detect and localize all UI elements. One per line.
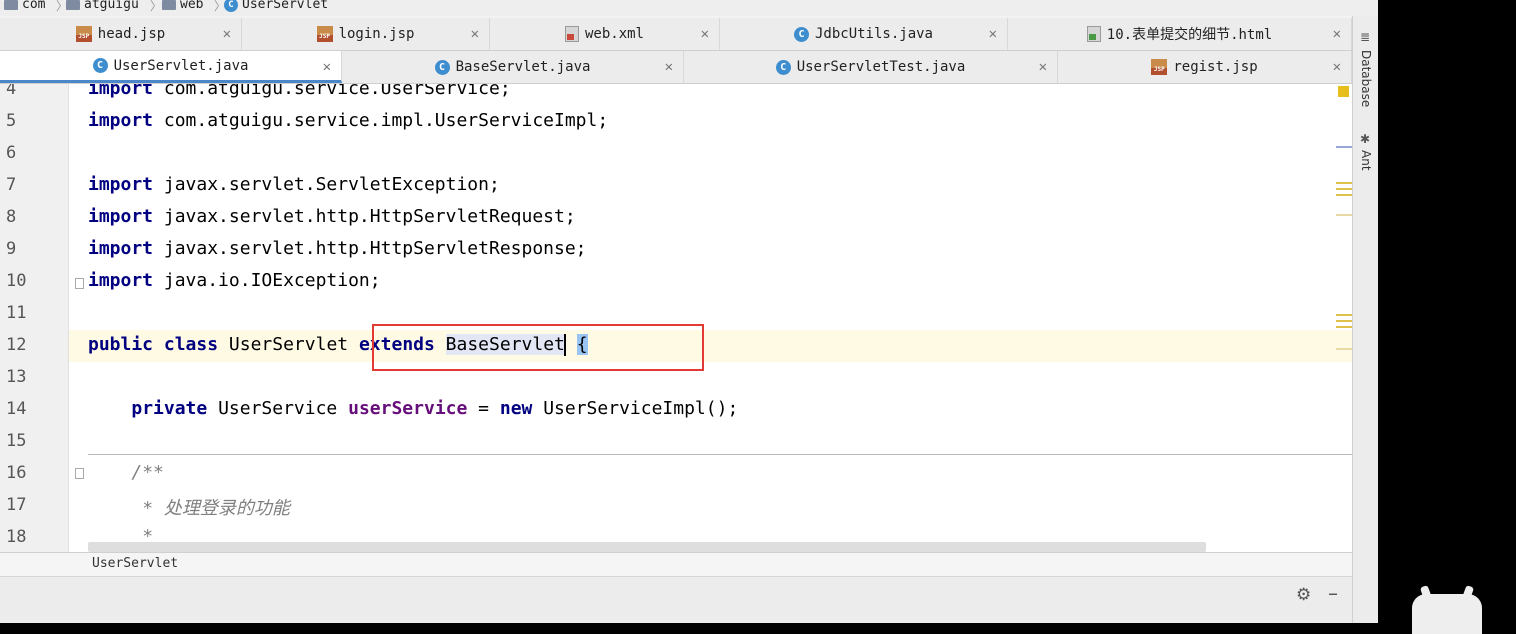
tab-userservlet-java[interactable]: C UserServlet.java ✕	[0, 51, 342, 83]
package-icon	[162, 0, 176, 10]
line-number: 5	[6, 111, 17, 131]
tab-regist-jsp[interactable]: JSP regist.jsp ✕	[1058, 51, 1352, 83]
code-line-10: import java.io.IOException;	[88, 270, 381, 291]
gear-icon[interactable]: ⚙	[1296, 585, 1311, 605]
code-line-7: import javax.servlet.ServletException;	[88, 174, 500, 195]
code-line-5: import com.atguigu.service.impl.UserServ…	[88, 110, 609, 131]
breadcrumb-item-userservlet[interactable]: C UserServlet	[224, 0, 328, 12]
html-file-icon	[1086, 26, 1101, 42]
close-icon[interactable]: ✕	[471, 26, 479, 42]
class-icon: C	[224, 0, 238, 12]
structure-breadcrumb-bar: UserServlet	[0, 552, 1352, 577]
xml-file-icon	[564, 26, 579, 42]
stripe-marker[interactable]	[1336, 188, 1352, 190]
right-tool-window-bar: ≣ Database ✱ Ant	[1352, 16, 1378, 623]
tab-jdbcutils-java[interactable]: C JdbcUtils.java ✕	[720, 18, 1008, 50]
close-icon[interactable]: ✕	[1333, 26, 1341, 42]
line-number: 17	[6, 495, 27, 515]
tab-form-submit-html[interactable]: 10.表单提交的细节.html ✕	[1008, 18, 1352, 50]
code-line-9: import javax.servlet.http.HttpServletRes…	[88, 238, 587, 259]
stripe-marker[interactable]	[1336, 146, 1352, 148]
code-line-17: * 处理登录的功能	[131, 498, 290, 519]
line-number: 6	[6, 143, 17, 163]
stripe-marker[interactable]	[1336, 320, 1352, 322]
warning-marker-icon[interactable]	[1338, 86, 1349, 97]
class-icon: C	[92, 58, 108, 73]
stripe-marker[interactable]	[1336, 314, 1352, 316]
code-editor[interactable]: 4 5 6 7 8 9 10 11 12 13 14 15 16 17 18 i…	[0, 84, 1352, 552]
jsp-file-icon: JSP	[1151, 59, 1168, 75]
close-icon[interactable]: ✕	[1333, 59, 1341, 75]
tab-login-jsp[interactable]: JSP login.jsp ✕	[242, 18, 490, 50]
line-number: 13	[6, 367, 27, 387]
watermark-mascot-icon	[1412, 585, 1482, 634]
line-number: 16	[6, 463, 27, 483]
jsp-file-icon: JSP	[75, 26, 92, 42]
code-line-4: import com.atguigu.service.UserService;	[88, 84, 511, 99]
close-icon[interactable]: ✕	[989, 26, 997, 42]
breadcrumb-item-web[interactable]: web	[162, 0, 203, 12]
class-icon: C	[434, 59, 450, 75]
method-separator	[88, 454, 1352, 455]
stripe-marker[interactable]	[1336, 194, 1352, 196]
stripe-marker[interactable]	[1336, 326, 1352, 328]
horizontal-scrollbar[interactable]	[88, 542, 1206, 552]
test-class-icon: C	[775, 59, 791, 75]
close-icon[interactable]: ✕	[665, 59, 673, 75]
jsp-file-icon: JSP	[316, 26, 333, 42]
database-tool-button[interactable]: Database	[1359, 50, 1373, 107]
class-icon: C	[793, 26, 809, 42]
line-number: 8	[6, 207, 17, 227]
line-number: 4	[6, 84, 17, 99]
error-stripe[interactable]	[1330, 84, 1352, 552]
annotation-highlight-box	[372, 324, 704, 371]
package-icon	[4, 0, 18, 10]
line-number: 9	[6, 239, 17, 259]
tab-userservlettest-java[interactable]: C UserServletTest.java ✕	[684, 51, 1058, 83]
breadcrumb-item-atguigu[interactable]: atguigu	[66, 0, 139, 12]
breadcrumb: com 〉 atguigu 〉 web 〉 C UserServlet	[0, 0, 1378, 16]
tab-head-jsp[interactable]: JSP head.jsp ✕	[0, 18, 242, 50]
close-icon[interactable]: ✕	[701, 26, 709, 42]
line-number: 11	[6, 303, 27, 323]
stripe-marker[interactable]	[1336, 348, 1352, 350]
stripe-marker[interactable]	[1336, 182, 1352, 184]
code-line-8: import javax.servlet.http.HttpServletReq…	[88, 206, 576, 227]
bottom-panel: ⚙ –	[0, 576, 1352, 623]
breadcrumb-separator-icon: 〉	[150, 0, 163, 13]
stripe-marker[interactable]	[1336, 214, 1352, 216]
line-number: 14	[6, 399, 27, 419]
editor-tabs-row-1: JSP head.jsp ✕ JSP login.jsp ✕ web.xml ✕…	[0, 18, 1352, 51]
close-icon[interactable]: ✕	[1039, 59, 1047, 75]
database-icon[interactable]: ≣	[1360, 30, 1370, 44]
minimize-icon[interactable]: –	[1328, 581, 1338, 605]
fold-end-icon[interactable]	[75, 278, 84, 289]
ant-icon[interactable]: ✱	[1360, 132, 1370, 146]
line-number: 7	[6, 175, 17, 195]
current-class-name[interactable]: UserServlet	[92, 556, 178, 571]
ant-tool-button[interactable]: Ant	[1359, 150, 1373, 171]
close-icon[interactable]: ✕	[223, 26, 231, 42]
tab-web-xml[interactable]: web.xml ✕	[490, 18, 720, 50]
line-number: 12	[6, 335, 27, 355]
line-number: 15	[6, 431, 27, 451]
ide-window: com 〉 atguigu 〉 web 〉 C UserServlet JSP …	[0, 0, 1378, 623]
fold-start-icon[interactable]	[75, 468, 84, 479]
package-icon	[66, 0, 80, 10]
video-letterbox	[1378, 0, 1516, 623]
code-line-14: private UserService userService = new Us…	[131, 398, 739, 419]
tab-baseservlet-java[interactable]: C BaseServlet.java ✕	[342, 51, 684, 83]
breadcrumb-item-com[interactable]: com	[4, 0, 45, 12]
close-icon[interactable]: ✕	[323, 59, 331, 75]
editor-tabs-row-2: C UserServlet.java ✕ C BaseServlet.java …	[0, 51, 1352, 84]
line-number: 18	[6, 527, 27, 547]
code-line-16: /**	[131, 462, 164, 483]
line-number: 10	[6, 271, 27, 291]
